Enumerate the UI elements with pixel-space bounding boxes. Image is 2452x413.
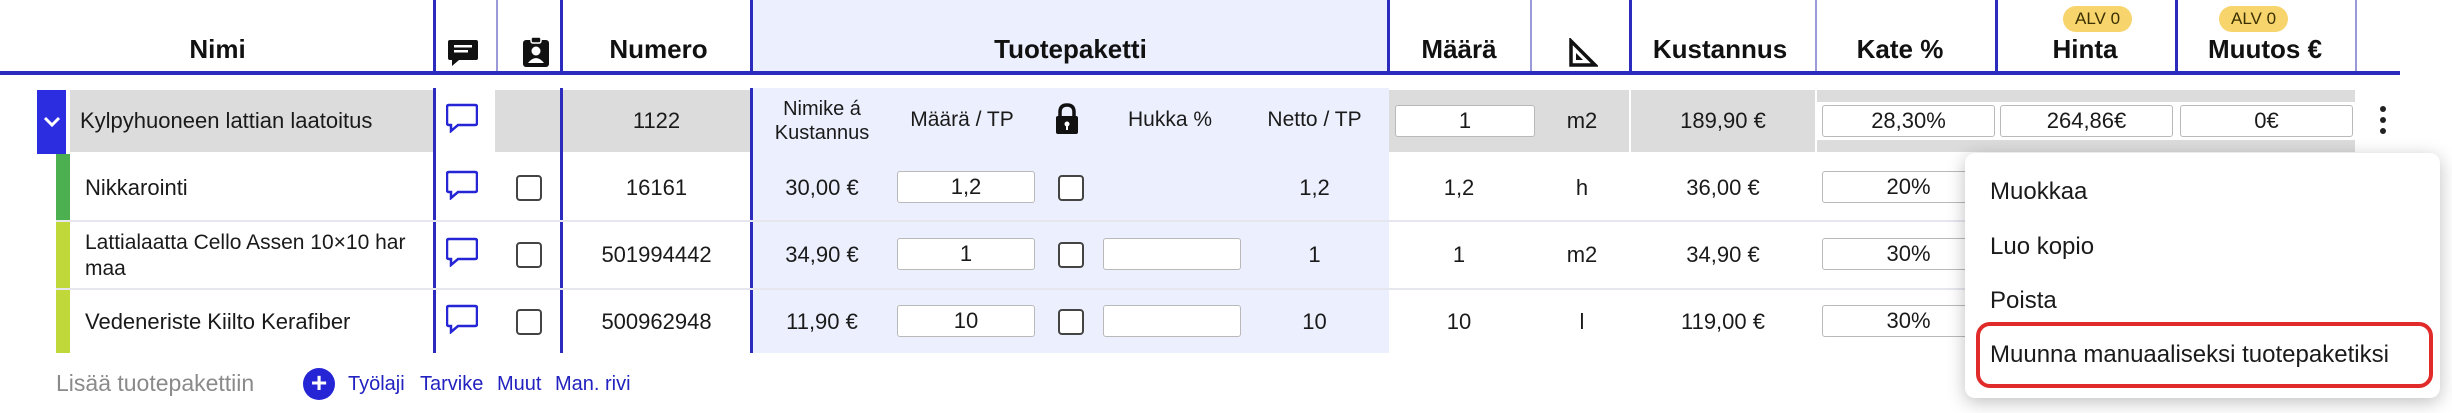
row-color-bar	[56, 154, 70, 220]
main-row-cell	[495, 90, 560, 152]
chevron-down-icon	[43, 116, 60, 128]
sub-row-cost: 119,00 €	[1680, 309, 1765, 334]
comment-icon[interactable]	[445, 103, 479, 134]
set-square-icon	[1568, 36, 1600, 68]
row-checkbox[interactable]	[516, 175, 542, 201]
row-divider	[56, 288, 1976, 290]
col-qty-per-tp: Määrä / TP	[910, 108, 1014, 131]
divider	[2175, 0, 2178, 73]
waste-input[interactable]	[1103, 305, 1241, 337]
sub-row-name[interactable]: Nikkarointi	[85, 175, 188, 201]
main-row-quantity-input[interactable]: 1	[1395, 105, 1535, 137]
divider	[750, 0, 753, 73]
col-net-per-tp: Netto / TP	[1267, 108, 1362, 131]
row-color-bar	[56, 222, 70, 288]
sub-row-unit: m2	[1566, 242, 1598, 267]
qty-per-tp-input[interactable]: 10	[897, 305, 1035, 337]
header-cost[interactable]: Kustannus	[1635, 0, 1805, 73]
sub-row-net-per-tp: 1	[1308, 242, 1321, 267]
main-row-margin-input[interactable]: 28,30%	[1822, 105, 1995, 137]
main-row-price-input[interactable]: 264,86€	[2000, 105, 2173, 137]
menu-item-edit[interactable]: Muokkaa	[1990, 178, 2087, 206]
divider	[1815, 0, 1817, 73]
sub-row-unit-cost: 11,90 €	[786, 309, 858, 334]
header-change[interactable]: Muutos €	[2175, 0, 2355, 73]
sub-row-name-line1[interactable]: Lattialaatta Cello Assen 10×10 har	[85, 231, 405, 255]
comment-icon[interactable]	[445, 237, 479, 268]
qty-per-tp-input[interactable]: 1	[897, 238, 1035, 270]
row-checkbox[interactable]	[516, 309, 542, 335]
col-unit-cost-line1: Nimike á	[783, 98, 861, 120]
waste-input[interactable]	[1103, 238, 1241, 270]
main-row-bar	[1817, 90, 2355, 102]
sub-row-number: 500962948	[601, 309, 712, 334]
sub-row-net-per-tp: 1,2	[1299, 175, 1330, 200]
expand-toggle[interactable]	[37, 90, 66, 154]
comment-icon[interactable]	[445, 304, 479, 335]
main-row-name[interactable]: Kylpyhuoneen lattian laatoitus	[80, 108, 372, 134]
header-quantity[interactable]: Määrä	[1389, 0, 1529, 73]
divider	[496, 0, 498, 73]
lock-checkbox[interactable]	[1058, 242, 1084, 268]
comment-icon[interactable]	[445, 170, 479, 201]
divider	[560, 0, 563, 73]
sub-row-name-line2[interactable]: maa	[85, 257, 126, 281]
sub-row-unit: h	[1575, 175, 1589, 200]
divider	[1530, 0, 1532, 73]
row-checkbox[interactable]	[516, 242, 542, 268]
sub-row-number: 501994442	[601, 242, 712, 267]
sub-row-unit: l	[1579, 309, 1585, 334]
kebab-icon[interactable]	[2380, 106, 2388, 136]
main-row-unit: m2	[1566, 108, 1598, 133]
header-margin[interactable]: Kate %	[1805, 0, 1995, 73]
main-row-cost: 189,90 €	[1680, 108, 1766, 133]
main-row-bar	[1389, 140, 1629, 152]
lock-checkbox[interactable]	[1058, 175, 1084, 201]
lock-icon[interactable]	[1054, 103, 1080, 135]
add-manual-row-link[interactable]: Man. rivi	[555, 373, 631, 396]
row-divider	[56, 220, 1976, 222]
divider	[2355, 0, 2357, 73]
header-price[interactable]: Hinta	[1995, 0, 2175, 73]
sub-row-quantity: 1	[1452, 242, 1466, 267]
sub-row-cost: 34,90 €	[1686, 242, 1760, 267]
sub-row-unit-cost: 30,00 €	[785, 175, 859, 200]
sub-row-number: 16161	[625, 175, 688, 200]
add-other-link[interactable]: Muut	[497, 373, 541, 396]
sub-row-cost: 36,00 €	[1686, 175, 1760, 200]
add-worktype-link[interactable]: Työlaji	[348, 373, 405, 396]
clipboard-user-icon	[522, 36, 550, 68]
qty-per-tp-input[interactable]: 1,2	[897, 171, 1035, 203]
main-row-bar	[1817, 140, 2355, 152]
main-row-change-input[interactable]: 0€	[2180, 105, 2353, 137]
comment-header-icon	[447, 38, 479, 68]
header-number[interactable]: Numero	[565, 0, 752, 73]
sub-row-quantity: 1,2	[1443, 175, 1475, 200]
divider	[1387, 0, 1390, 73]
menu-item-delete[interactable]: Poista	[1990, 287, 2057, 315]
main-row-bar	[1389, 90, 1629, 102]
divider	[1629, 0, 1632, 73]
header-name[interactable]: Nimi	[0, 0, 435, 73]
lock-checkbox[interactable]	[1058, 309, 1084, 335]
menu-item-copy[interactable]: Luo kopio	[1990, 233, 2094, 261]
add-to-package-label: Lisää tuotepakettiin	[56, 370, 255, 396]
header-product-package[interactable]: Tuotepaketti	[752, 0, 1389, 73]
sub-row-quantity: 10	[1446, 309, 1472, 334]
add-supply-link[interactable]: Tarvike	[420, 373, 483, 396]
plus-icon[interactable]: +	[303, 368, 335, 400]
sub-row-name[interactable]: Vedeneriste Kiilto Kerafiber	[85, 309, 350, 335]
row-color-bar	[56, 290, 70, 353]
main-row-number: 1122	[632, 108, 681, 133]
sub-row-net-per-tp: 10	[1302, 309, 1327, 334]
divider	[1995, 0, 1998, 73]
header-underline	[0, 71, 2400, 75]
divider	[433, 0, 436, 73]
col-unit-cost-line2: Kustannus	[774, 122, 870, 144]
col-waste: Hukka %	[1127, 108, 1213, 131]
sub-row-unit-cost: 34,90 €	[785, 242, 859, 267]
menu-item-convert-manual[interactable]: Muunna manuaaliseksi tuotepaketiksi	[1990, 341, 2389, 369]
context-menu: Muokkaa Luo kopio Poista Muunna manuaali…	[1965, 153, 2440, 398]
